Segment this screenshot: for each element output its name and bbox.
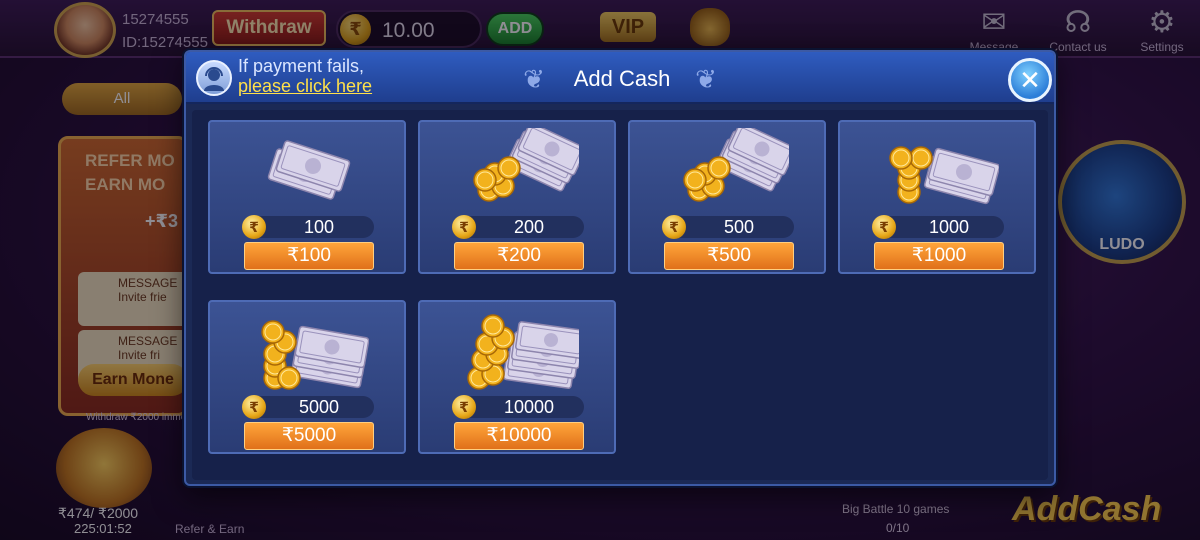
payment-fail-text: If payment fails, (238, 56, 365, 76)
rupee-coin-icon: ₹ (242, 395, 266, 419)
vip-badge[interactable]: VIP (600, 12, 656, 42)
account-id: ID:15274555 (122, 34, 208, 51)
cash-pack-art-icon (249, 128, 369, 212)
cash-pack-card[interactable]: ₹10000 ₹10000 (418, 300, 616, 454)
balance-amount: 10.00 (382, 19, 435, 42)
cash-pack-price-button[interactable]: ₹10000 (454, 422, 584, 450)
dialog-header: If payment fails, please click here ❦ Ad… (186, 52, 1054, 104)
cash-pack-amount: 5000 (298, 397, 340, 417)
ludo-game-tile[interactable]: LUDO (1058, 140, 1186, 264)
add-balance-button[interactable]: ADD (486, 12, 544, 46)
envelope-icon: ✉ (981, 6, 1007, 39)
ludo-label: LUDO (1099, 236, 1145, 253)
payment-help-link[interactable]: please click here (238, 76, 372, 97)
cash-pack-art-icon (459, 308, 587, 392)
close-button[interactable]: ✕ (1008, 58, 1052, 102)
account-number: 15274555 (122, 11, 189, 28)
gear-icon: ⚙ (1148, 6, 1176, 39)
cash-pack-amount-bar: ₹5000 (242, 395, 374, 419)
cash-pack-amount: 10000 (503, 397, 555, 417)
dialog-title: Add Cash (573, 66, 671, 91)
cash-pack-card[interactable]: ₹500 ₹500 (628, 120, 826, 274)
withdraw-button[interactable]: Withdraw (212, 10, 326, 46)
cash-pack-price-button[interactable]: ₹500 (664, 242, 794, 270)
rupee-coin-icon: ₹ (452, 395, 476, 419)
cash-pack-price-button[interactable]: ₹100 (244, 242, 374, 270)
refer-bonus: +₹3 (145, 211, 179, 231)
balance-display: ₹ 10.00 (336, 10, 482, 48)
cash-pack-amount: 500 (723, 217, 755, 237)
message-title: MESSAGE (118, 276, 178, 290)
cash-pack-card[interactable]: ₹5000 ₹5000 (208, 300, 406, 454)
add-cash-banner[interactable]: AddCash (1012, 490, 1200, 540)
message-button[interactable]: ✉ Message (966, 6, 1022, 54)
cash-pack-amount-bar: ₹200 (452, 215, 584, 239)
message-text: Invite fri (118, 348, 161, 362)
big-battle-text: Big Battle 10 games (842, 502, 950, 516)
cash-pack-price-button[interactable]: ₹5000 (244, 422, 374, 450)
cash-pack-art-icon (249, 308, 370, 392)
refer-line-2: EARN MO (85, 175, 166, 194)
tab-all[interactable]: All (62, 83, 182, 115)
cash-pack-amount-bar: ₹10000 (452, 395, 584, 419)
message-title: MESSAGE (118, 334, 178, 348)
avatar[interactable] (54, 2, 116, 58)
cash-pack-price-button[interactable]: ₹200 (454, 242, 584, 270)
cash-pack-grid: ₹100 ₹100 ₹200 ₹200 ₹500 ₹500 ₹1000 ₹1000 ₹5000 ₹… (192, 110, 1048, 480)
rupee-coin-icon: ₹ (872, 215, 896, 239)
laurel-right-icon: ❦ (695, 64, 717, 94)
add-cash-dialog: If payment fails, please click here ❦ Ad… (184, 50, 1056, 486)
rupee-coin-icon: ₹ (242, 215, 266, 239)
cash-pack-amount-bar: ₹1000 (872, 215, 1004, 239)
cash-pack-card[interactable]: ₹200 ₹200 (418, 120, 616, 274)
big-battle-progress: 0/10 (886, 521, 910, 535)
cash-pack-art-icon (879, 128, 1001, 212)
rupee-coin-icon: ₹ (452, 215, 476, 239)
cash-pack-amount: 1000 (928, 217, 970, 237)
ganesha-event-icon[interactable] (56, 428, 152, 508)
settings-label: Settings (1140, 40, 1184, 54)
cash-pack-card[interactable]: ₹1000 ₹1000 (838, 120, 1036, 274)
earn-money-button[interactable]: Earn Mone (78, 364, 188, 396)
contact-us-label: Contact us (1049, 40, 1107, 54)
refer-earn-label[interactable]: Refer & Earn (175, 522, 244, 536)
headset-icon: ☊ (1064, 6, 1092, 39)
cash-pack-amount-bar: ₹100 (242, 215, 374, 239)
rupee-coin-icon: ₹ (662, 215, 686, 239)
cash-pack-art-icon (459, 122, 587, 212)
cash-pack-amount: 200 (513, 217, 545, 237)
message-text: Invite frie (118, 290, 167, 304)
cash-pack-card[interactable]: ₹100 ₹100 (208, 120, 406, 274)
settings-button[interactable]: ⚙ Settings (1134, 6, 1190, 54)
withdraw-note: Withdraw ₹2000 immedia (86, 412, 200, 423)
event-timer: 225:01:52 (74, 521, 132, 536)
cash-pack-amount: 100 (303, 217, 335, 237)
rupee-coin-icon: ₹ (340, 14, 371, 45)
message-card[interactable]: MESSAGE Invite frie (78, 272, 188, 326)
customer-support-icon[interactable] (196, 60, 232, 96)
withdraw-progress: ₹474/ ₹2000 (58, 505, 139, 521)
treasure-pot-icon[interactable] (690, 8, 730, 46)
cash-pack-price-button[interactable]: ₹1000 (874, 242, 1004, 270)
cash-pack-amount-bar: ₹500 (662, 215, 794, 239)
refer-line-1: REFER MO (85, 151, 175, 170)
cash-pack-art-icon (669, 122, 797, 212)
contact-us-button[interactable]: ☊ Contact us (1046, 6, 1110, 54)
